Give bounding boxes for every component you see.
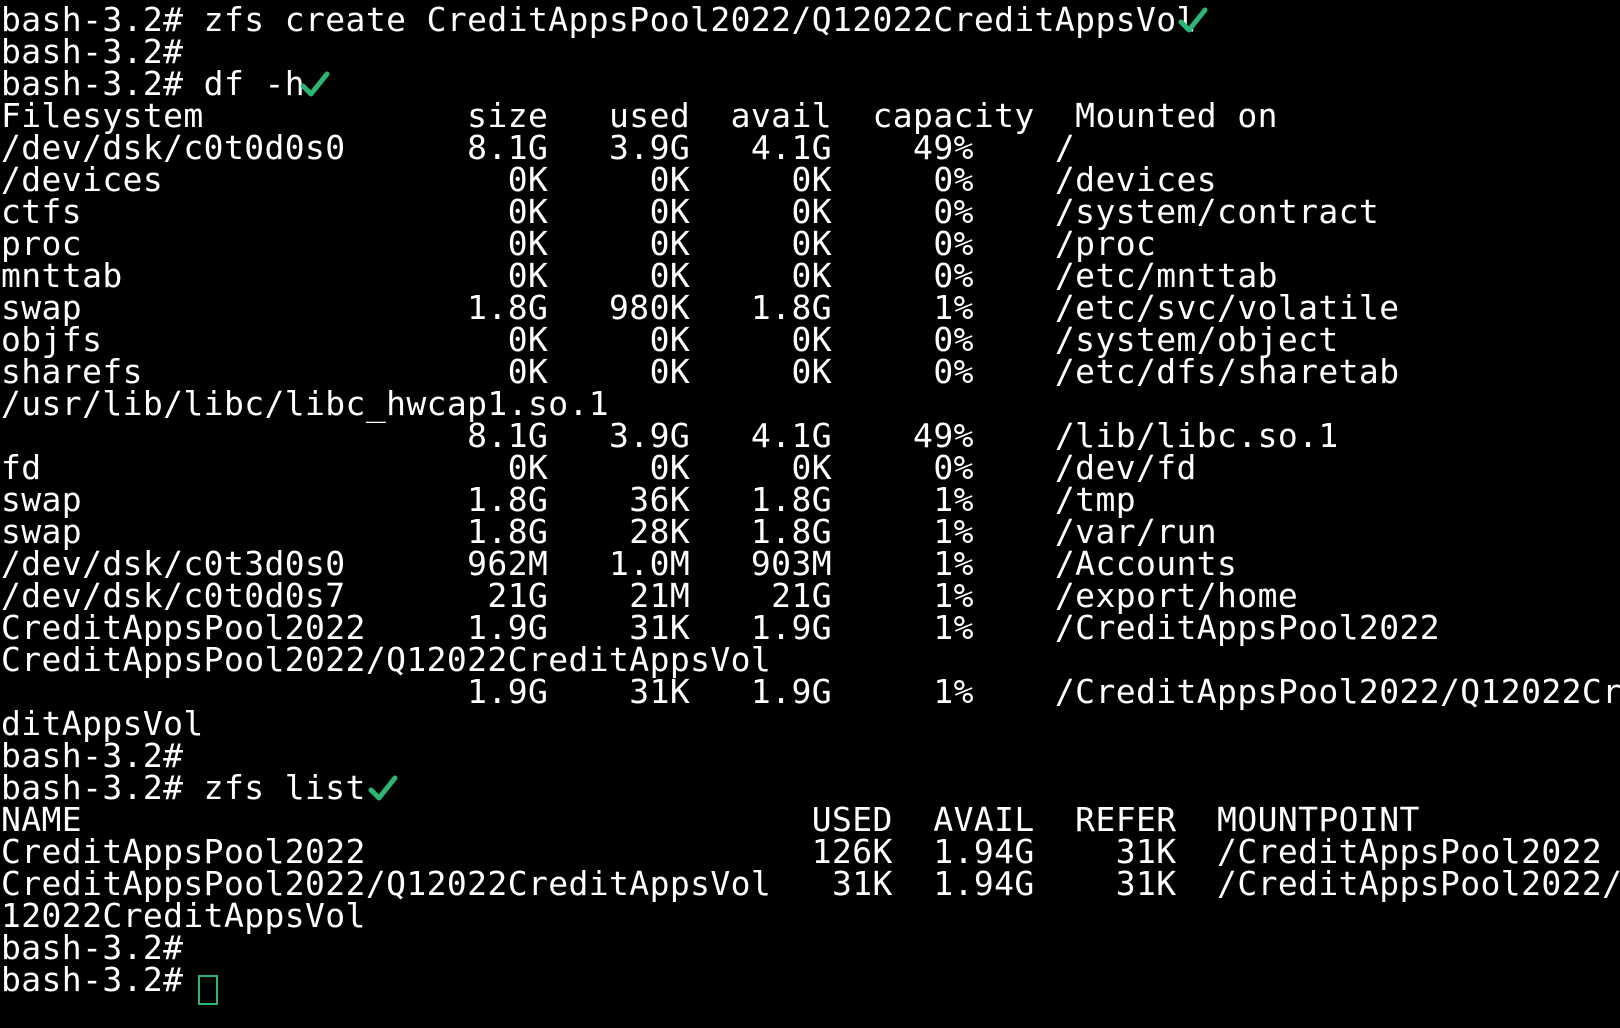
terminal-line: bash-3.2#	[1, 960, 204, 999]
terminal-window[interactable]: bash-3.2# zfs create CreditAppsPool2022/…	[0, 0, 1620, 1028]
checkmark-icon	[368, 775, 398, 801]
terminal-cursor[interactable]	[198, 975, 218, 1005]
terminal-line: 1.9G 31K 1.9G 1% /CreditAppsPool2022/Q12…	[1, 672, 1620, 711]
checkmark-icon	[1178, 7, 1208, 33]
checkmark-icon	[300, 71, 330, 97]
